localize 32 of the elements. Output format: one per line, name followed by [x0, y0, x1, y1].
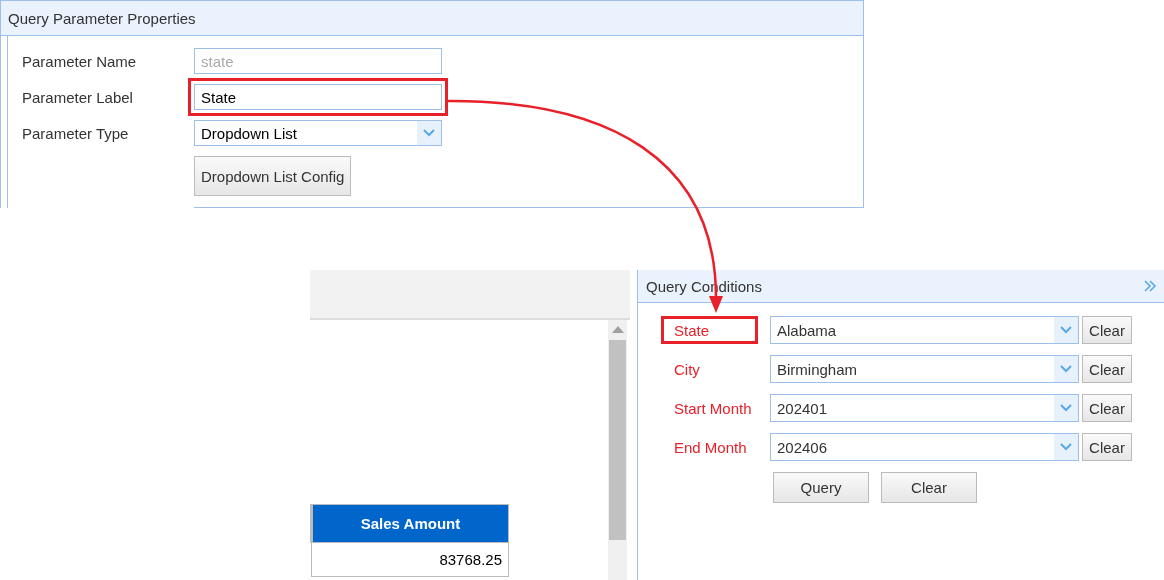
- clear-button[interactable]: Clear: [1082, 316, 1132, 344]
- condition-label: Start Month: [673, 398, 753, 419]
- condition-label: State: [661, 316, 758, 344]
- scrollbar[interactable]: [608, 320, 627, 580]
- table-cell: 83768.25: [311, 542, 509, 577]
- scroll-up-icon[interactable]: [611, 326, 624, 333]
- dropdown-field[interactable]: Dropdown List: [194, 120, 442, 146]
- query-button[interactable]: Query: [773, 472, 869, 503]
- clear-button[interactable]: Clear: [881, 472, 977, 503]
- condition-label: City: [673, 359, 701, 380]
- chevron-down-icon: [1054, 434, 1078, 460]
- clear-button[interactable]: Clear: [1082, 433, 1132, 461]
- dropdown-field[interactable]: Birmingham: [770, 355, 1079, 383]
- panel-title: Query Parameter Properties: [8, 9, 196, 27]
- dropdown-field[interactable]: 202401: [770, 394, 1079, 422]
- chevron-down-icon: [1054, 317, 1078, 343]
- field-label: Parameter Type: [21, 124, 130, 142]
- input-field[interactable]: State: [194, 84, 442, 110]
- clear-button[interactable]: Clear: [1082, 394, 1132, 422]
- condition-label: End Month: [673, 437, 748, 458]
- double-chevron-icon[interactable]: [1143, 279, 1157, 293]
- chevron-down-icon: [1054, 356, 1078, 382]
- dropdown-field[interactable]: 202406: [770, 433, 1079, 461]
- clear-button[interactable]: Clear: [1082, 355, 1132, 383]
- field-label: Parameter Name: [21, 52, 138, 70]
- column-header: Sales Amount: [311, 504, 509, 543]
- scrollbar-thumb[interactable]: [609, 340, 626, 540]
- dropdown-field[interactable]: Alabama: [770, 316, 1079, 344]
- config-button[interactable]: Dropdown List Config: [194, 156, 352, 196]
- chevron-down-icon: [1054, 395, 1078, 421]
- field-label: Parameter Label: [21, 88, 134, 106]
- chevron-down-icon: [417, 121, 441, 145]
